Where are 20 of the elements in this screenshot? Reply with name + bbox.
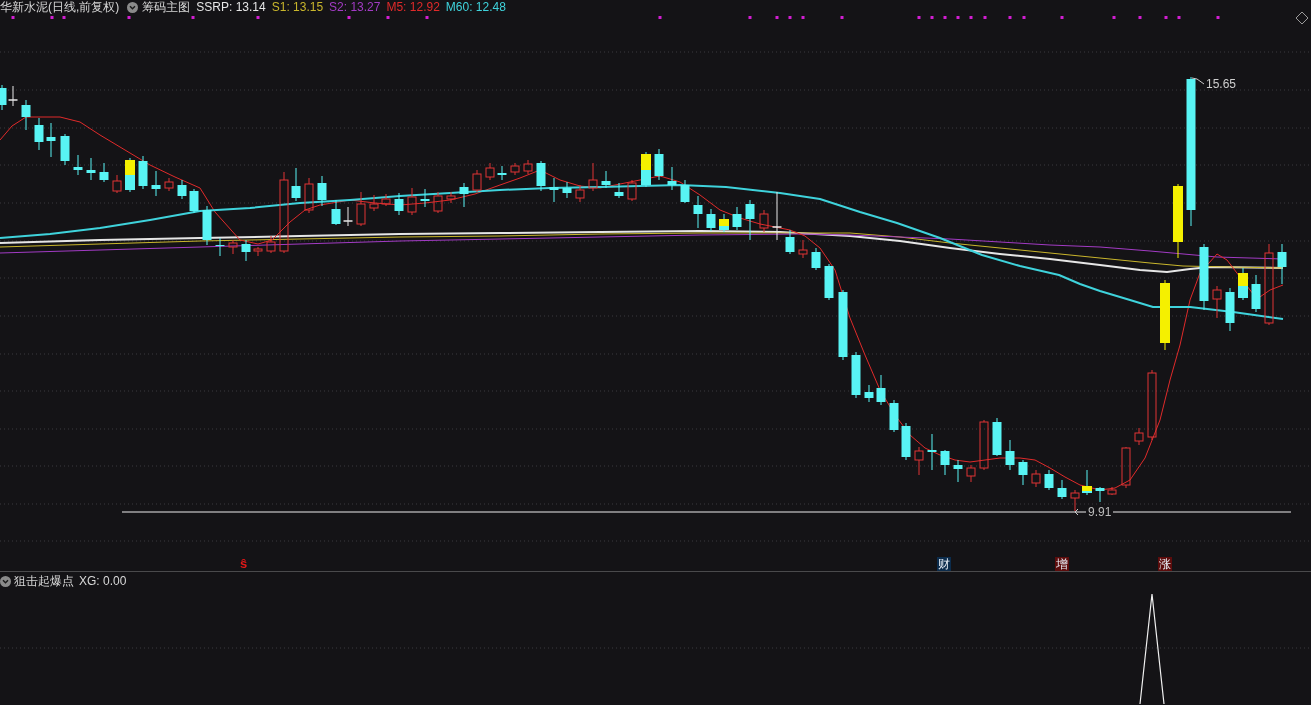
indicator-reading: M5: 12.92 xyxy=(386,0,440,14)
indicator-title: 狙击起爆点 xyxy=(14,574,74,588)
indicator-name[interactable]: 筹码主图 xyxy=(142,0,191,14)
indicator-reading: SSRP: 13.14 xyxy=(196,0,266,14)
diamond-icon[interactable] xyxy=(1295,11,1309,25)
pointer-icon xyxy=(1074,508,1079,516)
high-price-label: 15.65 xyxy=(1206,77,1237,91)
chart-title: 华新水泥(日线,前复权) xyxy=(0,0,120,14)
event-tag[interactable]: 涨 xyxy=(1158,557,1172,571)
low-price-label: 9.91 xyxy=(1086,505,1114,519)
indicator-reading: XG: 0.00 xyxy=(79,574,127,588)
indicator-reading: M60: 12.48 xyxy=(445,0,506,14)
indicator-reading: S2: 13.27 xyxy=(329,0,381,14)
chevron-circle-icon[interactable] xyxy=(127,1,139,13)
leader-line xyxy=(1191,77,1205,85)
event-tag[interactable]: 增 xyxy=(1055,557,1069,571)
chevron-circle-icon[interactable] xyxy=(0,575,11,587)
event-tag[interactable]: 财 xyxy=(937,557,951,571)
indicator-reading: S1: 13.15 xyxy=(271,0,324,14)
event-marker[interactable]: ŝ xyxy=(240,557,248,571)
